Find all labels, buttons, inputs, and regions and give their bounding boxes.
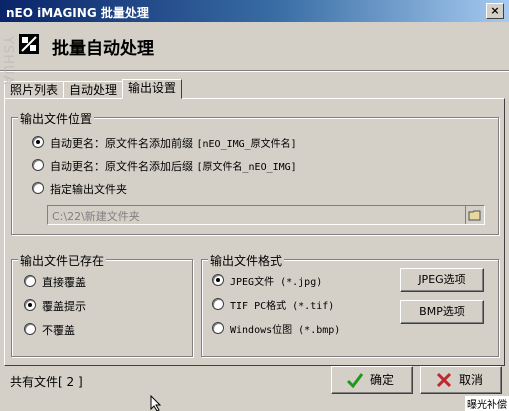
radio-no-overwrite[interactable]: 不覆盖 — [24, 322, 75, 338]
radio-label: 自动更名：原文件名添加后缀 — [50, 160, 197, 173]
radio-specify-folder[interactable]: 指定输出文件夹 — [32, 181, 127, 197]
mouse-cursor-icon — [150, 395, 162, 411]
radio-overwrite[interactable]: 直接覆盖 — [24, 274, 86, 290]
tab-label: 照片列表 — [10, 83, 59, 97]
radio-button[interactable] — [32, 159, 44, 171]
radio-button[interactable] — [212, 322, 224, 334]
folder-icon — [468, 210, 481, 221]
bmp-options-button[interactable]: BMP选项 — [400, 300, 484, 324]
tab-label: 自动处理 — [69, 83, 118, 97]
jpeg-options-button[interactable]: JPEG选项 — [400, 268, 484, 292]
radio-button[interactable] — [24, 323, 36, 335]
radio-button[interactable] — [212, 274, 224, 286]
ok-button[interactable]: 确定 — [331, 366, 413, 394]
close-icon: × — [490, 4, 500, 17]
folder-browse-icon[interactable] — [465, 206, 484, 224]
radio-format-tif[interactable]: TIF PC格式 (*.tif) — [212, 297, 334, 312]
radio-button[interactable] — [32, 182, 44, 194]
radio-label: JPEG文件 (*.jpg) — [230, 277, 323, 288]
cancel-button[interactable]: 取消 — [420, 366, 502, 394]
radio-label: TIF PC格式 (*.tif) — [230, 301, 335, 312]
output-format-group: 输出文件格式 JPEG文件 (*.jpg) TIF PC格式 (*.tif) W… — [201, 252, 499, 357]
tab-auto-process[interactable]: 自动处理 — [63, 81, 124, 99]
radio-button[interactable] — [32, 136, 44, 148]
radio-button[interactable] — [24, 275, 36, 287]
radio-suffix-rename[interactable]: 自动更名：原文件名添加后缀 [原文件名_nEO_IMG] — [32, 158, 297, 174]
header-banner: 批量自动处理 — [0, 22, 509, 70]
file-exists-group: 输出文件已存在 直接覆盖 覆盖提示 不覆盖 — [11, 252, 193, 357]
group-label: 输出文件格式 — [208, 252, 285, 269]
group-label: 输出文件已存在 — [18, 252, 107, 269]
group-label: 输出文件位置 — [18, 110, 95, 127]
folder-path-value: C:\22\新建文件夹 — [52, 210, 140, 223]
radio-label: 自动更名：原文件名添加前缀 — [50, 137, 197, 150]
radio-format-jpeg[interactable]: JPEG文件 (*.jpg) — [212, 273, 322, 288]
cancel-x-icon — [436, 372, 452, 388]
radio-overwrite-prompt[interactable]: 覆盖提示 — [24, 298, 86, 314]
title-bar: nEO iMAGING 批量处理 × — [0, 0, 509, 22]
watermark-text: YSHUA — [0, 36, 15, 86]
radio-label: Windows位图 (*.bmp) — [230, 325, 341, 336]
window-title: nEO iMAGING 批量处理 — [6, 6, 149, 20]
radio-format-bmp[interactable]: Windows位图 (*.bmp) — [212, 321, 340, 336]
radio-button[interactable] — [212, 298, 224, 310]
check-icon — [346, 373, 364, 389]
ok-label: 确定 — [370, 373, 395, 387]
radio-code: [nEO_IMG_原文件名] — [196, 139, 297, 150]
radio-label: 指定输出文件夹 — [50, 183, 127, 196]
radio-button[interactable] — [24, 299, 36, 311]
file-count: 共有文件[ 2 ] — [10, 375, 83, 389]
tab-panel: 输出文件位置 自动更名：原文件名添加前缀 [nEO_IMG_原文件名] 自动更名… — [4, 98, 505, 366]
magic-wand-icon — [19, 34, 39, 54]
radio-label: 覆盖提示 — [42, 300, 86, 313]
corner-overlay-text: 曝光补偿 — [465, 396, 509, 411]
radio-label: 直接覆盖 — [42, 276, 86, 289]
close-button[interactable]: × — [486, 3, 504, 19]
tab-output-settings[interactable]: 输出设置 — [122, 79, 183, 99]
radio-prefix-rename[interactable]: 自动更名：原文件名添加前缀 [nEO_IMG_原文件名] — [32, 135, 297, 151]
header-divider — [0, 70, 509, 72]
page-title: 批量自动处理 — [52, 39, 154, 59]
output-folder-field[interactable]: C:\22\新建文件夹 — [47, 205, 485, 225]
cancel-label: 取消 — [459, 373, 484, 387]
radio-label: 不覆盖 — [42, 324, 75, 337]
tab-label: 输出设置 — [128, 81, 177, 95]
radio-code: [原文件名_nEO_IMG] — [196, 162, 297, 173]
